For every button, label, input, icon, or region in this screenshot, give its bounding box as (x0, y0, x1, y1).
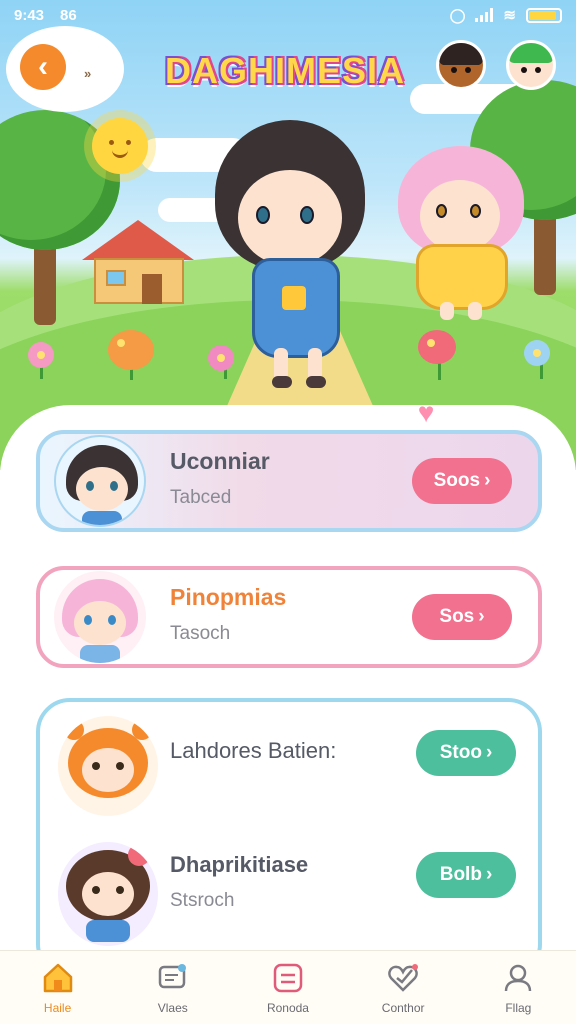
button-label: Sos (439, 606, 475, 627)
list-item-subtitle: Stsroch (170, 890, 235, 911)
nav-item-contacts[interactable]: Conthor (357, 961, 449, 1015)
battery-icon (526, 7, 562, 23)
heart-check-icon (388, 963, 419, 992)
list-item-name: Uconniar (170, 448, 270, 474)
flower-icon (28, 342, 54, 368)
chevron-right-icon: › (485, 742, 493, 763)
character-portrait (54, 435, 146, 527)
chevron-right-icon: › (485, 864, 493, 885)
nav-label: Haile (43, 1000, 72, 1015)
flower-icon (418, 330, 456, 364)
avatar[interactable] (506, 40, 556, 90)
button-label: Soos (433, 470, 481, 491)
button-label: Stoo (439, 742, 482, 763)
home-icon (43, 963, 72, 992)
back-extra-label: » (84, 66, 92, 81)
chevron-right-icon: › (478, 606, 485, 627)
list-icon (273, 963, 303, 992)
list-item-text: Uconniar Tabced (170, 448, 270, 509)
nav-item-list[interactable]: Ronoda (242, 961, 334, 1015)
character-portrait (54, 571, 146, 663)
list-item-subtitle: Tasoch (170, 623, 231, 644)
status-time: 9:43 (14, 6, 45, 24)
heart-icon: ♥ (417, 397, 435, 428)
app-title: DAGHIMESIA (164, 50, 405, 91)
sun-icon (92, 118, 148, 174)
status-bar: 9:43 86 ◯ ≋ (0, 0, 576, 30)
list-item[interactable]: Uconniar Tabced Soos › (36, 430, 542, 532)
avatar[interactable] (436, 40, 486, 90)
back-button[interactable]: ‹ (20, 44, 66, 90)
list-item-name: Pinopmias (170, 584, 287, 610)
character-portrait (58, 842, 158, 946)
secondary-character (398, 140, 528, 330)
list-item-text: Dhaprikitiase Stsroch (170, 852, 308, 912)
flower-icon (108, 330, 154, 370)
nav-item-home[interactable]: Haile (12, 961, 104, 1015)
list-item-name: Lahdores Batien: (170, 738, 337, 763)
nav-label: Vlaes (157, 1000, 188, 1015)
button-label: Bolb (439, 864, 482, 885)
character-portrait (58, 716, 158, 816)
card-action-button[interactable]: Soos › (412, 458, 512, 504)
status-extra: 86 (60, 6, 77, 24)
nav-label: Conthor (381, 1000, 425, 1015)
list-group: Lahdores Batien: Stoo › Dhaprikitiase St… (36, 698, 542, 978)
list-item[interactable]: Pinopmias Tasoch Sos › (36, 566, 542, 668)
card-action-button[interactable]: Sos › (412, 594, 512, 640)
card-action-button[interactable]: Bolb › (416, 852, 516, 898)
alarm-icon: ◯ (449, 6, 466, 23)
list-item-text: Pinopmias Tasoch (170, 584, 286, 645)
main-character (200, 110, 390, 390)
signal-icon (475, 8, 494, 22)
bottom-nav: Haile Vlaes Ronoda Conthor Fllag (0, 950, 576, 1024)
nav-item-messages[interactable]: Vlaes (127, 961, 219, 1015)
nav-label: Ronoda (266, 1000, 309, 1015)
list-item-subtitle: Tabced (170, 487, 232, 508)
flower-icon (524, 340, 550, 366)
profile-icon (505, 964, 532, 991)
chevron-right-icon: › (484, 470, 491, 491)
house (82, 220, 194, 304)
list-item[interactable]: Lahdores Batien: Stoo › (40, 702, 538, 832)
nav-label: Fllag (505, 1000, 532, 1015)
chat-icon (158, 963, 186, 988)
nav-item-profile[interactable]: Fllag (472, 961, 564, 1015)
card-action-button[interactable]: Stoo › (416, 730, 516, 776)
wifi-icon: ≋ (503, 7, 516, 24)
list-item-name: Dhaprikitiase (170, 852, 309, 877)
